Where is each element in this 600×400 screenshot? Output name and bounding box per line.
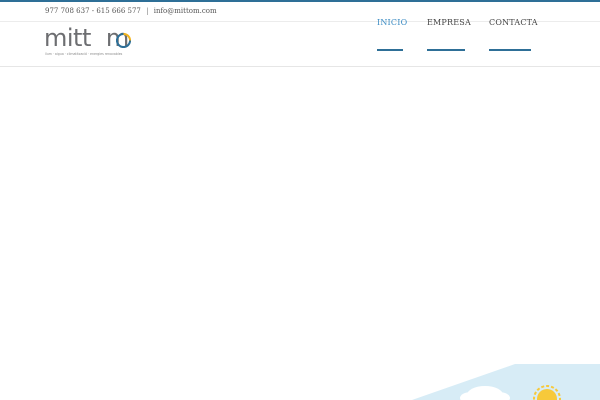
nav-label: INICIO xyxy=(377,18,408,27)
email-link[interactable]: info@mittom.com xyxy=(154,7,217,16)
contact-line: 977 708 637 - 615 666 577 | info@mittom.… xyxy=(45,7,217,16)
phone-numbers[interactable]: 977 708 637 - 615 666 577 xyxy=(45,7,141,16)
nav-item-empresa[interactable]: EMPRESA xyxy=(427,18,471,52)
contact-separator: | xyxy=(146,7,149,15)
nav-label: EMPRESA xyxy=(427,18,471,27)
page: 977 708 637 - 615 666 577 | info@mittom.… xyxy=(0,0,600,400)
hero-slider xyxy=(0,67,600,400)
nav-label: CONTACTA xyxy=(489,18,538,27)
logo-o-mark-icon xyxy=(116,33,131,48)
nav-underline-inicio xyxy=(377,49,403,51)
site-logo[interactable]: mitt m llum · aigua · climatització · ene… xyxy=(44,24,136,60)
hero-illustration xyxy=(412,364,600,400)
logo-text-start: mitt xyxy=(44,24,91,52)
site-header: mitt m llum · aigua · climatització · ene… xyxy=(0,18,600,67)
nav-item-inicio[interactable]: INICIO xyxy=(377,18,407,52)
logo-tagline: llum · aigua · climatització · energies … xyxy=(45,52,123,56)
nav-item-contacta[interactable]: CONTACTA xyxy=(489,18,538,52)
nav-underline-contacta xyxy=(489,49,531,51)
nav-underline-empresa xyxy=(427,49,465,51)
